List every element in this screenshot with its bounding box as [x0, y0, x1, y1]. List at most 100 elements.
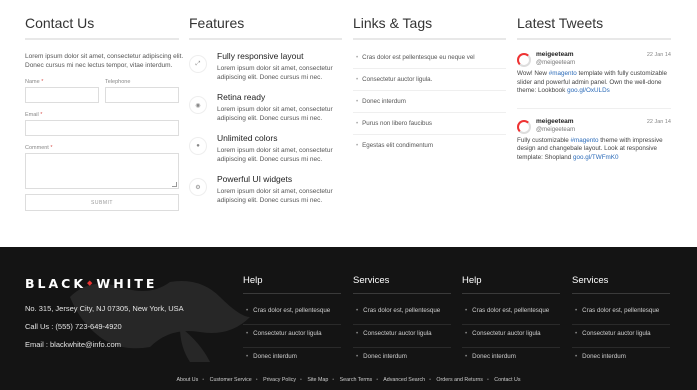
footer-link[interactable]: Cras dolor est, pellentesque [353, 302, 451, 325]
link-item[interactable]: Cras dolor est pellentesque eu neque vel [353, 47, 506, 69]
tweet-handle[interactable]: @meigeeteam [536, 59, 647, 67]
email-label: Email * [25, 112, 43, 118]
link-item[interactable]: Donec interdum [353, 91, 506, 113]
footer-column-help: Help Cras dolor est, pellentesque Consec… [243, 276, 341, 371]
footer-column-title: Help [462, 276, 560, 294]
name-group: Name * [25, 78, 99, 103]
footer-link[interactable]: Cras dolor est, pellentesque [243, 302, 341, 325]
footer-bottom-links: About Us • Customer Service • Privacy Poli… [176, 377, 521, 383]
logo-dot-icon: ◆ [87, 279, 96, 287]
tweets-column: Latest Tweets meigeeteam @meigeeteam 22 … [517, 0, 671, 168]
telephone-input[interactable] [105, 87, 179, 103]
footer-column-services: Services Cras dolor est, pellentesque Co… [353, 276, 451, 371]
footer-link[interactable]: Consectetur auctor ligula [572, 325, 670, 348]
feature-item: ◉ Retina ready Lorem ipsum dolor sit ame… [189, 92, 342, 123]
features-column: Features ⤢ Fully responsive layout Lorem… [189, 0, 342, 205]
footer-link[interactable]: Cras dolor est, pellentesque [572, 302, 670, 325]
footer: BLACK◆WHITE No. 315, Jersey City, NJ 073… [0, 247, 697, 390]
footer-bottom-link-contact[interactable]: Contact Us [494, 377, 520, 383]
brand-logo[interactable]: BLACK◆WHITE [25, 276, 157, 291]
feature-item: ⚙ Powerful UI widgets Lorem ipsum dolor … [189, 174, 342, 205]
footer-contact: No. 315, Jersey City, NJ 07305, New York… [25, 304, 184, 358]
footer-link[interactable]: Cras dolor est, pellentesque [462, 302, 560, 325]
hashtag-link[interactable]: #magento [549, 70, 577, 77]
feature-text: Lorem ipsum dolor sit amet, consectetur … [217, 65, 333, 81]
tweet: meigeeteam @meigeeteam 22 Jan 14 Fully c… [517, 107, 671, 169]
tweets-title: Latest Tweets [517, 0, 671, 40]
footer-email: Email : blackwhite@info.com [25, 340, 121, 349]
footer-link[interactable]: Donec interdum [572, 348, 670, 371]
submit-button[interactable]: SUBMIT [25, 194, 179, 211]
feature-title: Retina ready [217, 92, 266, 102]
footer-link[interactable]: Consectetur auctor ligula [243, 325, 341, 348]
feature-title: Unlimited colors [217, 133, 278, 143]
eye-icon: ◉ [189, 96, 207, 114]
comment-label: Comment * [25, 145, 53, 151]
comment-row: Comment * [25, 144, 179, 189]
footer-column-title: Help [243, 276, 341, 294]
footer-link[interactable]: Consectetur auctor ligula [462, 325, 560, 348]
link-item[interactable]: Egestas elit condimentum [353, 135, 506, 157]
comment-group: Comment * [25, 144, 179, 189]
tweet-text: Fully customizable #magento theme with i… [517, 136, 663, 161]
contact-title: Contact Us [25, 0, 179, 40]
feature-text: Lorem ipsum dolor sit amet, consectetur … [217, 106, 333, 122]
footer-bottom-link-privacy[interactable]: Privacy Policy [263, 377, 296, 383]
tweet: meigeeteam @meigeeteam 22 Jan 14 Wow! Ne… [517, 51, 671, 102]
contact-intro: Lorem ipsum dolor sit amet, consectetur … [25, 53, 184, 69]
email-input[interactable] [25, 120, 179, 136]
feature-title: Powerful UI widgets [217, 174, 293, 184]
footer-column-title: Services [572, 276, 670, 294]
feature-item: ⤢ Fully responsive layout Lorem ipsum do… [189, 51, 342, 82]
features-title: Features [189, 0, 342, 40]
avatar-icon[interactable] [517, 53, 531, 67]
avatar-icon[interactable] [517, 119, 531, 134]
footer-phone: Call Us : (555) 723-649-4920 [25, 322, 122, 331]
footer-bottom-link-advanced-search[interactable]: Advanced Search [383, 377, 425, 383]
tweet-date: 22 Jan 14 [646, 52, 671, 58]
footer-column-title: Services [353, 276, 451, 294]
footer-link[interactable]: Donec interdum [462, 348, 560, 371]
name-input[interactable] [25, 87, 99, 103]
footer-address: No. 315, Jersey City, NJ 07305, New York… [25, 304, 184, 313]
comment-textarea[interactable] [25, 153, 179, 189]
footer-link[interactable]: Consectetur auctor ligula [353, 325, 451, 348]
feature-text: Lorem ipsum dolor sit amet, consectetur … [217, 147, 333, 163]
footer-bottom-link-customer-service[interactable]: Customer Service [210, 377, 252, 383]
link-item[interactable]: Purus non libero faucibus [353, 113, 506, 135]
telephone-group: Telephone [105, 78, 179, 103]
tweet-text: Wow! New #magento template with fully cu… [517, 70, 668, 94]
top-section: Contact Us Lorem ipsum dolor sit amet, c… [0, 0, 697, 247]
name-phone-row: Name * Telephone [25, 78, 179, 103]
tweet-link[interactable]: goo.gl/TWFmK0 [573, 154, 619, 161]
resize-icon: ⤢ [189, 55, 207, 73]
tweet-date: 22 Jan 14 [646, 118, 671, 125]
email-row: Email * [25, 111, 179, 136]
telephone-label: Telephone [105, 79, 131, 85]
hashtag-link[interactable]: #magento [571, 137, 599, 144]
footer-column-services: Services Cras dolor est, pellentesque Co… [572, 276, 670, 371]
feature-title: Fully responsive layout [217, 51, 304, 61]
drop-icon: ● [189, 137, 207, 155]
footer-bottom-link-about[interactable]: About Us [176, 377, 198, 383]
footer-link[interactable]: Donec interdum [353, 348, 451, 371]
links-column: Links & Tags Cras dolor est pellentesque… [353, 0, 506, 157]
footer-column-help: Help Cras dolor est, pellentesque Consec… [462, 276, 560, 371]
gear-icon: ⚙ [189, 178, 207, 196]
feature-text: Lorem ipsum dolor sit amet, consectetur … [217, 188, 333, 204]
footer-bottom-link-orders-returns[interactable]: Orders and Returns [436, 377, 483, 383]
tweet-author[interactable]: meigeeteam [536, 51, 647, 59]
tweet-handle[interactable]: @meigeeteam [536, 126, 647, 134]
footer-bottom-link-search-terms[interactable]: Search Terms [340, 377, 373, 383]
name-label: Name * [25, 79, 44, 85]
tweet-link[interactable]: goo.gl/OxULDs [567, 87, 610, 94]
tweet-author[interactable]: meigeeteam [536, 118, 647, 126]
feature-item: ● Unlimited colors Lorem ipsum dolor sit… [189, 133, 342, 164]
links-title: Links & Tags [353, 0, 506, 40]
email-group: Email * [25, 111, 179, 136]
contact-column: Contact Us Lorem ipsum dolor sit amet, c… [25, 0, 183, 211]
footer-bottom-link-sitemap[interactable]: Site Map [307, 377, 328, 383]
link-item[interactable]: Consectetur auctor ligula. [353, 69, 506, 91]
footer-link[interactable]: Donec interdum [243, 348, 341, 371]
links-list: Cras dolor est pellentesque eu neque vel… [353, 47, 506, 157]
